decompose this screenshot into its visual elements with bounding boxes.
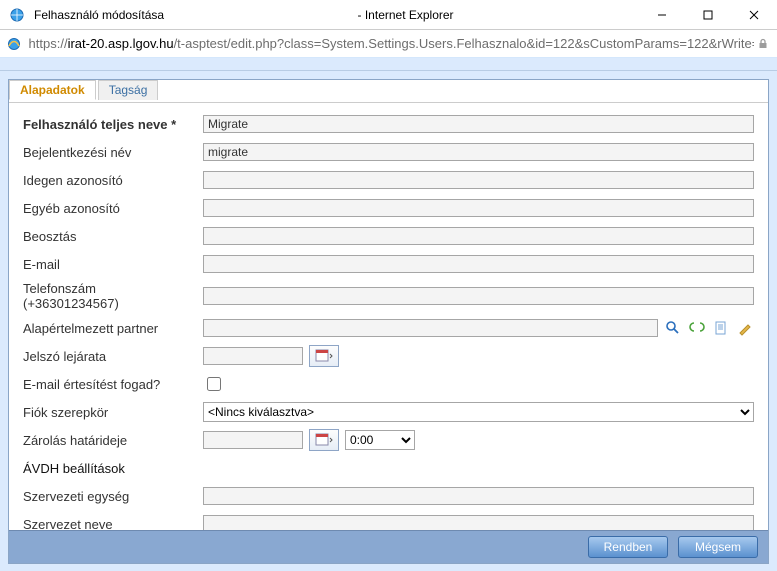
label-other-id: Egyéb azonosító — [23, 201, 193, 216]
ie-app-icon — [6, 4, 28, 26]
position-field[interactable] — [203, 227, 754, 245]
tab-alapadatok[interactable]: Alapadatok — [9, 80, 96, 100]
form-panel: Alapadatok Tagság Felhasználó teljes nev… — [8, 79, 769, 564]
password-expiry-field[interactable] — [203, 347, 303, 365]
window-title: Felhasználó módosítása — [34, 8, 172, 22]
phone-field[interactable] — [203, 287, 754, 305]
window-titlebar: Felhasználó módosítása - Internet Explor… — [0, 0, 777, 30]
maximize-button[interactable] — [685, 0, 731, 30]
full-name-field[interactable] — [203, 115, 754, 133]
close-button[interactable] — [731, 0, 777, 30]
window-title-app: - Internet Explorer — [172, 8, 639, 22]
edit-pencil-icon[interactable] — [736, 319, 754, 337]
content-wrap: Alapadatok Tagság Felhasználó teljes nev… — [0, 71, 777, 571]
address-bar: https://irat-20.asp.lgov.hu/t-asptest/ed… — [0, 30, 777, 58]
ie-favicon-icon — [6, 35, 23, 53]
url-path: /t-asptest/edit.php?class=System.Setting… — [174, 36, 755, 51]
account-role-select[interactable]: <Nincs kiválasztva> — [203, 402, 754, 422]
link-icon[interactable] — [688, 319, 706, 337]
ok-button[interactable]: Rendben — [588, 536, 668, 558]
label-full-name: Felhasználó teljes neve * — [23, 117, 193, 132]
url-host: irat-20.asp.lgov.hu — [68, 36, 174, 51]
chrome-strip — [0, 58, 777, 71]
label-org-unit: Szervezeti egység — [23, 489, 193, 504]
form-area: Felhasználó teljes neve * Bejelentkezési… — [9, 103, 768, 551]
label-position: Beosztás — [23, 229, 193, 244]
cancel-button[interactable]: Mégsem — [678, 536, 758, 558]
foreign-id-field[interactable] — [203, 171, 754, 189]
url-scheme: https:// — [29, 36, 68, 51]
document-icon[interactable] — [712, 319, 730, 337]
window-buttons — [639, 0, 777, 30]
minimize-button[interactable] — [639, 0, 685, 30]
label-lock-deadline: Zárolás határideje — [23, 433, 193, 448]
lock-deadline-time-select[interactable]: 0:00 — [345, 430, 415, 450]
label-default-partner: Alapértelmezett partner — [23, 321, 193, 336]
default-partner-field[interactable] — [203, 319, 658, 337]
email-field[interactable] — [203, 255, 754, 273]
label-avdh: ÁVDH beállítások — [23, 461, 193, 476]
label-password-expiry: Jelszó lejárata — [23, 349, 193, 364]
other-id-field[interactable] — [203, 199, 754, 217]
label-account-role: Fiók szerepkör — [23, 405, 193, 420]
login-field[interactable] — [203, 143, 754, 161]
lock-deadline-datepicker-button[interactable] — [309, 429, 339, 451]
email-notify-checkbox[interactable] — [207, 377, 221, 391]
label-email: E-mail — [23, 257, 193, 272]
label-phone: Telefonszám (+36301234567) — [23, 281, 193, 311]
tab-tagsag[interactable]: Tagság — [98, 80, 159, 100]
lock-icon — [754, 38, 771, 50]
label-login: Bejelentkezési név — [23, 145, 193, 160]
password-expiry-datepicker-button[interactable] — [309, 345, 339, 367]
tab-bar: Alapadatok Tagság — [9, 80, 768, 103]
search-icon[interactable] — [664, 319, 682, 337]
org-unit-field[interactable] — [203, 487, 754, 505]
label-email-notify: E-mail értesítést fogad? — [23, 377, 193, 392]
footer-bar: Rendben Mégsem — [9, 530, 768, 563]
label-foreign-id: Idegen azonosító — [23, 173, 193, 188]
url-text[interactable]: https://irat-20.asp.lgov.hu/t-asptest/ed… — [29, 36, 755, 51]
lock-deadline-date-field[interactable] — [203, 431, 303, 449]
